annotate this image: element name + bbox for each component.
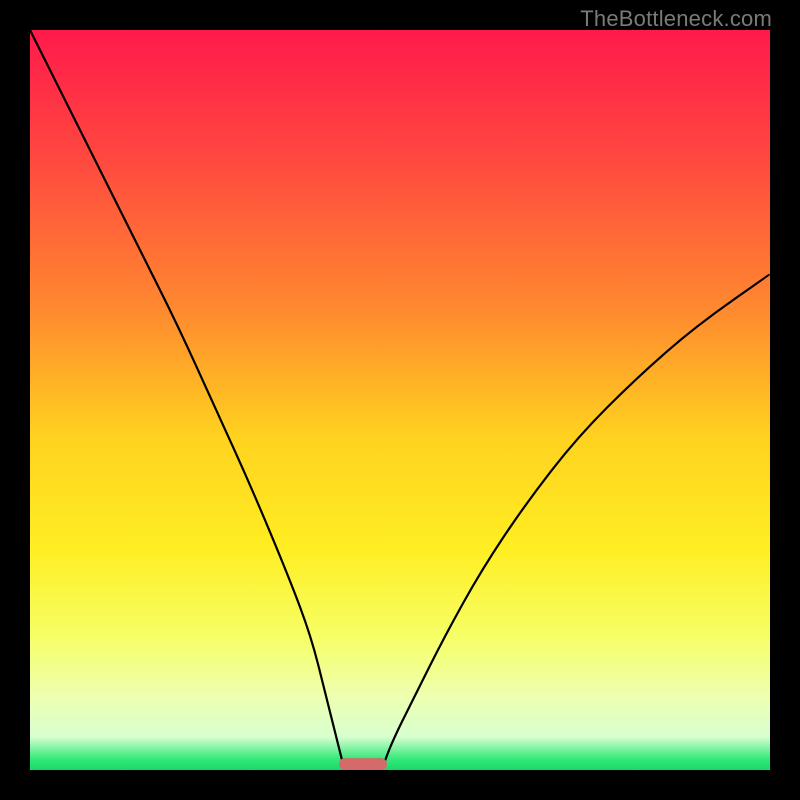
chart-svg [30, 30, 770, 770]
plot-area [30, 30, 770, 770]
watermark-text: TheBottleneck.com [580, 6, 772, 32]
marker-pill [339, 758, 387, 770]
chart-frame: TheBottleneck.com [0, 0, 800, 800]
gradient-background [30, 30, 770, 770]
